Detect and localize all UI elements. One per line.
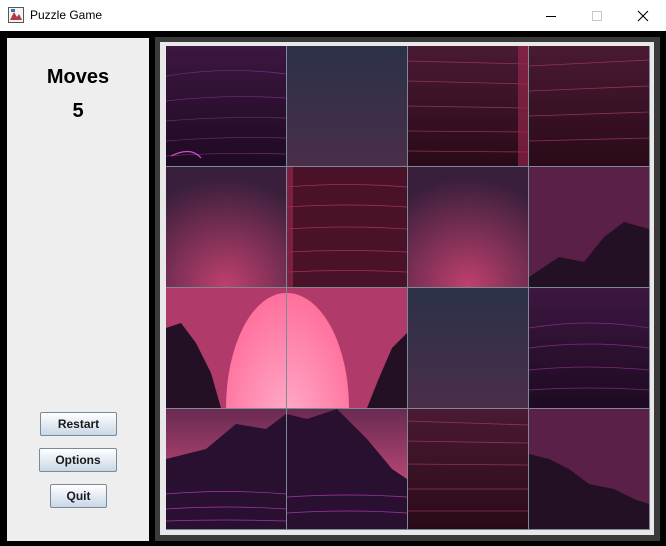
puzzle-tile[interactable]	[529, 409, 649, 529]
puzzle-tile[interactable]	[287, 409, 407, 529]
puzzle-tile[interactable]	[166, 409, 286, 529]
puzzle-board	[166, 46, 650, 530]
puzzle-tile[interactable]	[287, 46, 407, 166]
window-title: Puzzle Game	[30, 8, 103, 22]
moves-count: 5	[72, 100, 84, 122]
puzzle-tile[interactable]	[166, 46, 286, 166]
maximize-icon	[592, 10, 602, 21]
minimize-button[interactable]	[528, 0, 574, 31]
close-button[interactable]	[620, 0, 666, 31]
puzzle-app-icon	[8, 7, 24, 23]
puzzle-tile[interactable]	[529, 167, 649, 287]
puzzle-tile[interactable]	[529, 288, 649, 408]
title-bar[interactable]: Puzzle Game	[0, 0, 666, 31]
minimize-icon	[546, 15, 556, 17]
puzzle-tile[interactable]	[408, 409, 528, 529]
puzzle-tile[interactable]	[287, 288, 407, 408]
restart-button[interactable]: Restart	[40, 412, 117, 436]
moves-label: Moves	[46, 66, 110, 88]
close-icon	[637, 10, 649, 21]
puzzle-tile[interactable]	[166, 167, 286, 287]
puzzle-tile[interactable]	[408, 288, 528, 408]
maximize-button[interactable]	[574, 0, 620, 31]
puzzle-tile[interactable]	[408, 167, 528, 287]
puzzle-tile[interactable]	[529, 46, 649, 166]
side-panel: Moves 5 Restart Options Quit	[7, 38, 149, 541]
puzzle-tile[interactable]	[287, 167, 407, 287]
puzzle-tile[interactable]	[408, 46, 528, 166]
puzzle-tile[interactable]	[166, 288, 286, 408]
quit-button[interactable]: Quit	[50, 484, 107, 508]
options-button[interactable]: Options	[39, 448, 117, 472]
